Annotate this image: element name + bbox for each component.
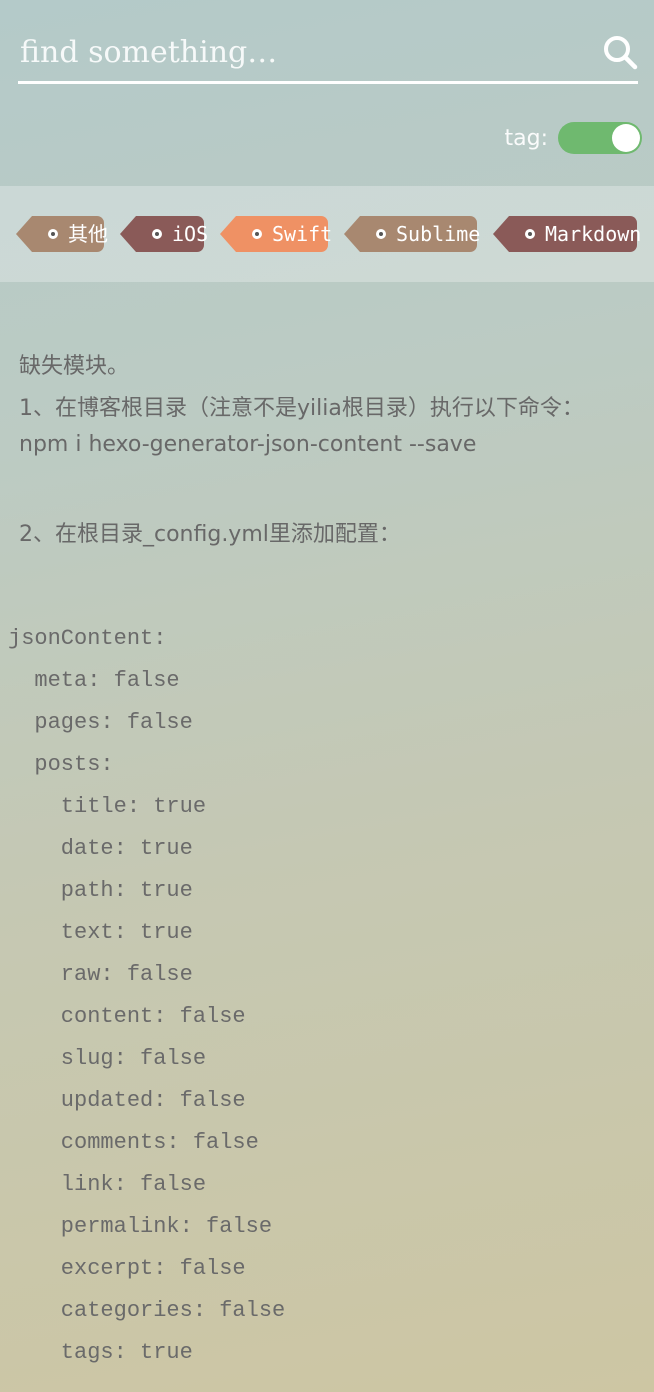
tag-label: Markdown — [545, 222, 642, 246]
tag-dot-icon — [252, 229, 262, 239]
article-line: npm i hexo-generator-json-content --save — [19, 432, 477, 457]
tag-toggle-switch[interactable] — [558, 122, 642, 154]
search-input[interactable] — [20, 28, 580, 76]
tag-dot-icon — [376, 229, 386, 239]
tag-dot-icon — [48, 229, 58, 239]
tag-label: iOS — [172, 222, 209, 246]
tag-list: 其他 iOS Swift Sublime Markdown — [0, 186, 654, 282]
code-line: title: true — [8, 794, 207, 819]
code-line: date: true — [8, 836, 193, 861]
tag-dot-icon — [152, 229, 162, 239]
code-line: raw: false — [8, 962, 193, 987]
article-line: 2、在根目录_config.yml里添加配置： — [19, 522, 401, 547]
toggle-knob — [612, 124, 640, 152]
code-line: slug: false — [8, 1046, 207, 1071]
search-bar — [18, 26, 638, 84]
code-line: link: false — [8, 1172, 207, 1197]
article-line: 缺失模块。 — [19, 354, 130, 379]
code-line: jsonContent: — [8, 626, 167, 651]
code-line: meta: false — [8, 668, 180, 693]
code-line: comments: false — [8, 1130, 259, 1155]
code-line: path: true — [8, 878, 193, 903]
code-line: permalink: false — [8, 1214, 273, 1239]
tag-swift[interactable]: Swift — [220, 216, 332, 252]
code-line: content: false — [8, 1004, 246, 1029]
article-line: 1、在博客根目录（注意不是yilia根目录）执行以下命令： — [19, 396, 584, 421]
tag-other[interactable]: 其他 — [16, 216, 108, 252]
tag-sublime[interactable]: Sublime — [344, 216, 481, 252]
code-line: pages: false — [8, 710, 193, 735]
tag-toggle-label: tag: — [504, 125, 548, 151]
tag-dot-icon — [525, 229, 535, 239]
tag-label: Sublime — [396, 222, 481, 246]
code-line: tags: true — [8, 1340, 193, 1365]
tag-ios[interactable]: iOS — [120, 216, 208, 252]
code-line: posts: — [8, 752, 114, 777]
code-line: excerpt: false — [8, 1256, 246, 1281]
tag-markdown[interactable]: Markdown — [493, 216, 641, 252]
tag-label: Swift — [272, 222, 333, 246]
code-block: jsonContent: meta: false pages: false po… — [8, 618, 285, 1374]
code-line: updated: false — [8, 1088, 246, 1113]
search-icon[interactable] — [602, 34, 638, 70]
code-line: text: true — [8, 920, 193, 945]
tag-label: 其他 — [68, 222, 108, 246]
code-line: categories: false — [8, 1298, 286, 1323]
tag-toggle-row: tag: — [505, 120, 642, 156]
